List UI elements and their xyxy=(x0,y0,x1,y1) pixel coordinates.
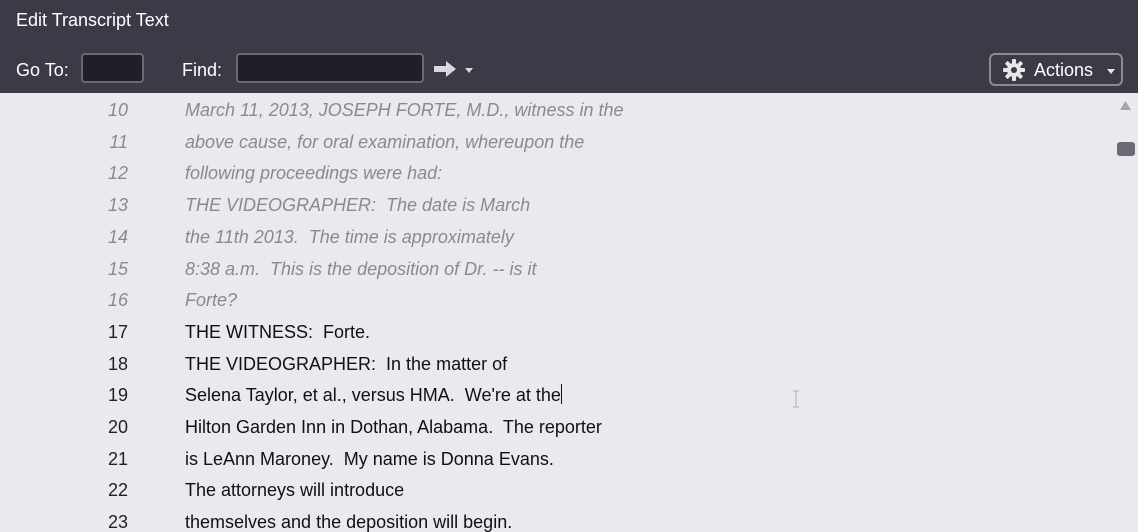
transcript-line[interactable]: 16 Forte? xyxy=(0,285,1100,315)
line-text[interactable]: above cause, for oral examination, where… xyxy=(185,127,584,157)
edit-transcript-window: Edit Transcript Text Go To: Find: Action… xyxy=(0,0,1138,532)
transcript-line[interactable]: 18 THE VIDEOGRAPHER: In the matter of xyxy=(0,349,1100,379)
text-cursor-icon xyxy=(793,390,799,408)
line-text[interactable]: The attorneys will introduce xyxy=(185,475,404,505)
line-number: 14 xyxy=(107,226,128,247)
caret-down-icon[interactable] xyxy=(463,64,475,76)
line-text[interactable]: THE VIDEOGRAPHER: In the matter of xyxy=(185,349,507,379)
transcript-line[interactable]: 10 March 11, 2013, JOSEPH FORTE, M.D., wi… xyxy=(0,95,1100,125)
find-input[interactable] xyxy=(236,53,424,83)
line-text[interactable]: Hilton Garden Inn in Dothan, Alabama. Th… xyxy=(185,412,602,442)
gear-icon xyxy=(1003,59,1025,81)
line-number: 22 xyxy=(107,480,128,501)
window-title: Edit Transcript Text xyxy=(16,10,169,30)
line-number: 16 xyxy=(107,290,128,311)
goto-input[interactable] xyxy=(81,53,144,83)
line-number: 21 xyxy=(107,448,128,469)
line-text[interactable]: THE VIDEOGRAPHER: The date is March xyxy=(185,190,530,220)
transcript-line[interactable]: 12 following proceedings were had: xyxy=(0,158,1100,188)
transcript-line[interactable]: 21 is LeAnn Maroney. My name is Donna Eva… xyxy=(0,444,1100,474)
line-text[interactable]: Forte? xyxy=(185,285,237,315)
line-number: 11 xyxy=(109,131,128,152)
transcript-line[interactable]: 23 themselves and the deposition will beg… xyxy=(0,507,1100,532)
line-number: 15 xyxy=(107,258,128,279)
line-number: 20 xyxy=(107,417,128,437)
line-number: 10 xyxy=(107,100,128,120)
text-insertion-caret xyxy=(560,384,562,405)
actions-label: Actions xyxy=(1034,60,1094,80)
transcript-line[interactable]: 13 THE VIDEOGRAPHER: The date is March xyxy=(0,190,1100,220)
transcript-line[interactable]: 22 The attorneys will introduce xyxy=(0,475,1100,505)
goto-label: Go To: xyxy=(16,60,69,80)
transcript-line[interactable]: 19 Selena Taylor, et al., versus HMA. We'… xyxy=(0,380,1100,410)
scroll-up-arrow-icon[interactable] xyxy=(1119,100,1132,111)
line-text[interactable]: March 11, 2013, JOSEPH FORTE, M.D., witn… xyxy=(185,95,624,125)
transcript-line[interactable]: 15 8:38 a.m. This is the deposition of Dr… xyxy=(0,254,1100,284)
line-number: 19 xyxy=(107,385,128,406)
transcript-line[interactable]: 17 THE WITNESS: Forte. xyxy=(0,317,1100,347)
line-number: 17 xyxy=(107,321,128,342)
line-text[interactable]: themselves and the deposition will begin… xyxy=(185,507,512,532)
line-text[interactable]: THE WITNESS: Forte. xyxy=(185,317,370,347)
header: Edit Transcript Text Go To: Find: Action… xyxy=(0,0,1138,93)
scrollbar-thumb[interactable] xyxy=(1117,142,1135,156)
caret-down-icon xyxy=(1107,69,1115,74)
line-number: 18 xyxy=(107,353,128,374)
arrow-right-icon[interactable] xyxy=(432,58,458,80)
line-number: 12 xyxy=(107,163,128,184)
line-text[interactable]: Selena Taylor, et al., versus HMA. We're… xyxy=(185,380,562,410)
transcript-line[interactable]: 14 the 11th 2013. The time is approximate… xyxy=(0,222,1100,252)
line-text[interactable]: 8:38 a.m. This is the deposition of Dr. … xyxy=(185,254,536,284)
line-text[interactable]: following proceedings were had: xyxy=(185,158,442,188)
line-number: 13 xyxy=(107,195,128,216)
line-text[interactable]: is LeAnn Maroney. My name is Donna Evans… xyxy=(185,444,554,474)
find-label: Find: xyxy=(182,60,223,80)
actions-button[interactable]: Actions xyxy=(989,53,1123,86)
line-number: 23 xyxy=(107,512,128,532)
transcript-editor[interactable]: 10 March 11, 2013, JOSEPH FORTE, M.D., wi… xyxy=(0,93,1138,532)
transcript-line[interactable]: 11 above cause, for oral examination, whe… xyxy=(0,127,1100,157)
line-text[interactable]: the 11th 2013. The time is approximately xyxy=(185,222,514,252)
transcript-line[interactable]: 20 Hilton Garden Inn in Dothan, Alabama. … xyxy=(0,412,1100,442)
